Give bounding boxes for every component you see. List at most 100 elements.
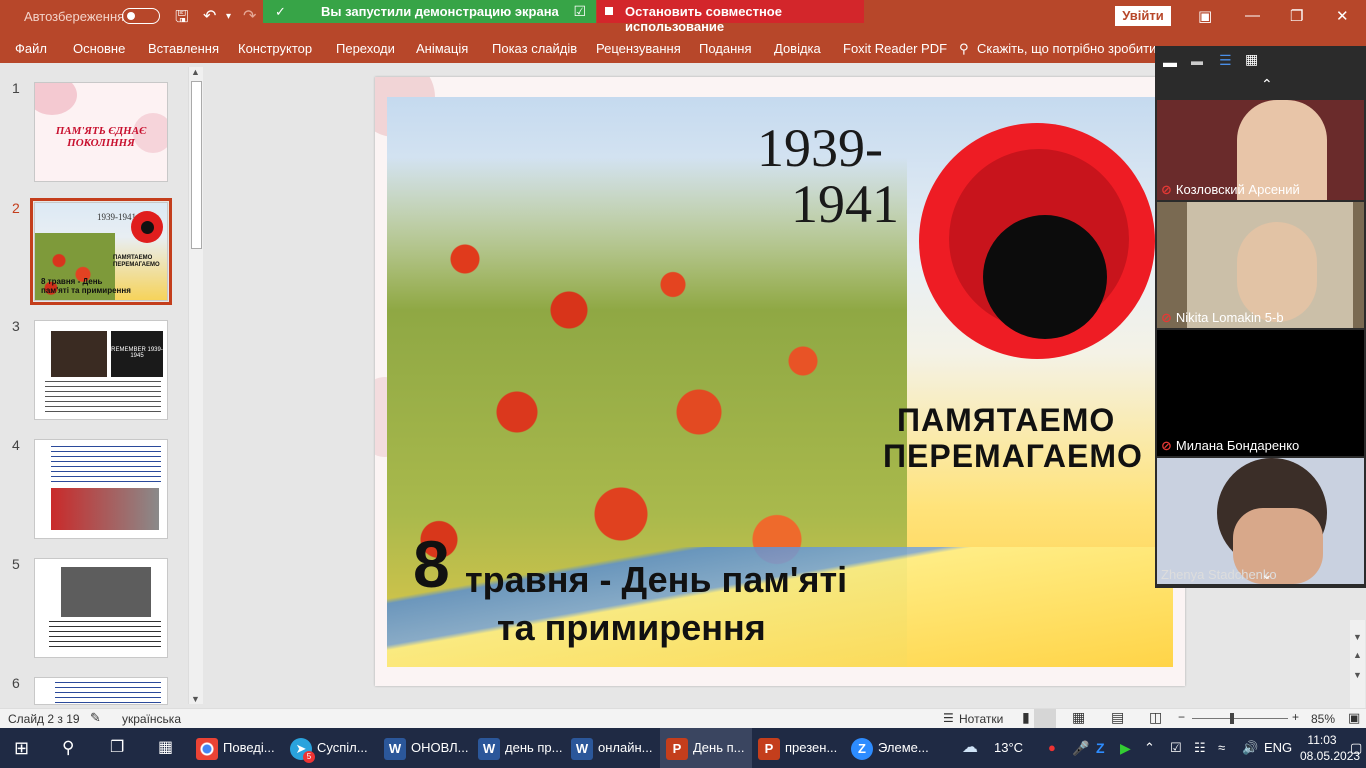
tab-insert[interactable]: Вставлення	[148, 41, 219, 56]
zoom-slider-thumb[interactable]	[1230, 713, 1234, 724]
strip-view-icon[interactable]: ☰	[1219, 52, 1232, 69]
language-indicator[interactable]: українська	[122, 712, 181, 726]
slide-thumbnail-5[interactable]	[34, 558, 168, 658]
signin-button[interactable]: Увійти	[1115, 6, 1171, 26]
stop-share-button[interactable]: Остановить совместное использование	[597, 0, 864, 34]
taskbar-item[interactable]: Поведі...	[196, 728, 275, 768]
input-language[interactable]: ENG	[1264, 728, 1292, 768]
scroll-down-icon[interactable]: ▼	[1353, 632, 1362, 642]
slide-thumbnail-4[interactable]	[34, 439, 168, 539]
ribbon-display-icon[interactable]: ▣	[1198, 7, 1212, 25]
zoom-in-icon[interactable]: +	[1292, 710, 1299, 724]
slide-number: 2	[12, 200, 20, 216]
maximize-icon[interactable]: ❐	[1290, 7, 1303, 25]
tab-foxit[interactable]: Foxit Reader PDF	[843, 41, 947, 56]
taskbar-item-active[interactable]: P День п...	[660, 728, 752, 768]
prev-slide-icon[interactable]: ▲	[1353, 650, 1362, 660]
comments-icon[interactable]: ▮	[1022, 709, 1030, 726]
slide-thumbnail-2[interactable]: 1939-1941 ПАМЯТАЕМО ПЕРЕМАГАЕМО 8 травня…	[30, 198, 172, 305]
thumbnail-motto: ПАМЯТАЕМО ПЕРЕМАГАЕМО	[113, 255, 160, 268]
tab-transitions[interactable]: Переходи	[336, 41, 395, 56]
tab-slideshow[interactable]: Показ слайдів	[492, 41, 577, 56]
chevron-up-icon[interactable]: ⌃	[1144, 728, 1155, 768]
security-icon[interactable]: ☑	[1170, 728, 1182, 768]
single-view-icon[interactable]: ▬	[1191, 54, 1203, 68]
current-slide[interactable]: 1939- 1941 ПАМЯТАЕМО ПЕРЕМАГАЕМО 8 травн…	[375, 77, 1185, 686]
notes-icon[interactable]: ☰	[943, 711, 954, 725]
tab-home[interactable]: Основне	[73, 41, 125, 56]
notes-button[interactable]: Нотатки	[959, 712, 1003, 726]
save-icon[interactable]: 🖫	[175, 6, 189, 33]
calculator-icon[interactable]: ▦	[158, 728, 173, 768]
close-icon[interactable]: ✕	[1336, 7, 1349, 25]
slideshow-icon[interactable]: ◫	[1149, 709, 1162, 726]
tab-file[interactable]: Файл	[15, 41, 47, 56]
windows-start-icon[interactable]: ⊞	[14, 728, 29, 768]
minimize-panel-icon[interactable]: ▬	[1163, 54, 1177, 70]
volume-icon[interactable]: 🔊	[1242, 728, 1258, 768]
network-icon[interactable]: ☷	[1194, 728, 1206, 768]
autosave-toggle[interactable]	[122, 8, 160, 24]
grid-view-icon[interactable]: ▦	[1245, 51, 1258, 68]
stop-icon	[605, 7, 613, 15]
notifications-icon[interactable]: ▢	[1350, 728, 1362, 768]
weather-icon[interactable]: ☁	[962, 728, 978, 768]
thumbnail-scrollbar[interactable]: ▲ ▼	[188, 67, 203, 704]
telegram-tray-icon[interactable]: ●	[1048, 728, 1056, 768]
zoom-level[interactable]: 85%	[1311, 712, 1335, 726]
notification-badge: 5	[303, 751, 315, 763]
undo-icon[interactable]: ↶	[203, 6, 216, 26]
participant-tile[interactable]: ⊘ Nikita Lomakin 5-b	[1157, 202, 1364, 328]
zoom-out-icon[interactable]: −	[1178, 710, 1185, 724]
word-icon: W	[384, 737, 406, 760]
wifi-icon[interactable]: ≈	[1218, 728, 1225, 768]
task-view-icon[interactable]: ❐	[110, 728, 124, 768]
taskbar-item[interactable]: Wонлайн...	[571, 728, 653, 768]
tab-animations[interactable]: Анімація	[416, 41, 468, 56]
redo-icon[interactable]: ↷	[243, 6, 256, 26]
zoom-slider[interactable]	[1192, 718, 1288, 719]
video-meeting-panel: ▬ ▬ ☰ ▦ ⌃ ⊘ Козловский Арсений ⊘ Nikita Lo…	[1155, 46, 1366, 588]
slide-number: 4	[12, 437, 20, 453]
tab-view[interactable]: Подання	[699, 41, 752, 56]
year-end: 1941	[791, 174, 899, 234]
zoom-tray-icon[interactable]: Z	[1096, 728, 1105, 768]
tab-help[interactable]: Довідка	[774, 41, 821, 56]
scroll-up-icon[interactable]: ▲	[191, 67, 200, 77]
tab-review[interactable]: Рецензування	[596, 41, 681, 56]
autosave-label: Автозбереження	[24, 9, 125, 24]
slide-thumbnail-3[interactable]: REMEMBER 1939-1945	[34, 320, 168, 420]
slide-sorter-icon[interactable]: ▦	[1072, 709, 1085, 726]
search-icon[interactable]: ⚲	[62, 728, 74, 768]
tab-design[interactable]: Конструктор	[238, 41, 312, 56]
participant-tile[interactable]: ⊘ Милана Бондаренко	[1157, 330, 1364, 456]
undo-dropdown-icon[interactable]: ▾	[226, 11, 231, 22]
slide-thumbnail-6[interactable]	[34, 677, 168, 705]
normal-view-icon[interactable]	[1034, 709, 1056, 728]
taskbar-item[interactable]: Z Элеме...	[851, 728, 929, 768]
weather-temperature[interactable]: 13°C	[994, 728, 1023, 768]
reading-view-icon[interactable]: ▤	[1111, 709, 1124, 726]
minimize-icon[interactable]: —	[1245, 7, 1260, 24]
system-clock[interactable]: 11:03 08.05.2023	[1300, 732, 1360, 764]
editor-scrollbar[interactable]: ▼ ▲ ▼	[1350, 620, 1365, 708]
fit-slide-icon[interactable]: ▣	[1348, 710, 1360, 726]
microphone-icon[interactable]: 🎤	[1072, 728, 1089, 768]
slide-thumbnail-1[interactable]: ПАМ'ЯТЬ ЄДНАЄ ПОКОЛІННЯ	[34, 82, 168, 182]
taskbar-item[interactable]: W ОНОВЛ...	[384, 728, 469, 768]
scroll-down-icon[interactable]: ⌄	[1261, 566, 1273, 583]
app-tray-icon[interactable]: ▶	[1120, 728, 1131, 768]
zoom-icon: Z	[851, 737, 873, 760]
scrollbar-thumb[interactable]	[191, 81, 202, 249]
taskbar-item[interactable]: ➤ Суспіл...	[290, 728, 368, 768]
tell-me-search[interactable]: Скажіть, що потрібно зробити	[977, 41, 1156, 56]
slide-number: 3	[12, 318, 20, 334]
spellcheck-icon[interactable]: ✎	[90, 710, 101, 726]
pin-icon[interactable]: ✓	[275, 4, 286, 20]
scroll-down-icon[interactable]: ▼	[191, 694, 200, 704]
participant-tile[interactable]: ⊘ Козловский Арсений	[1157, 100, 1364, 200]
taskbar-item[interactable]: Wдень пр...	[478, 728, 562, 768]
taskbar-item[interactable]: Pпрезен...	[758, 728, 837, 768]
next-slide-icon[interactable]: ▼	[1353, 670, 1362, 680]
scroll-up-icon[interactable]: ⌃	[1261, 76, 1273, 93]
